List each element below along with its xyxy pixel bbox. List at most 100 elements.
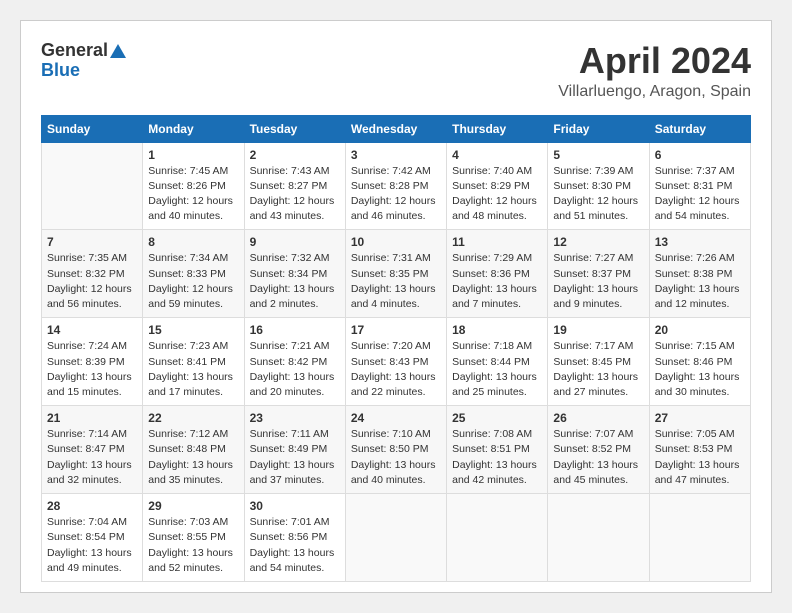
day-number: 17 — [351, 323, 441, 337]
day-detail: Sunrise: 7:29 AM Sunset: 8:36 PM Dayligh… — [452, 252, 537, 310]
day-number: 27 — [655, 411, 745, 425]
day-number: 2 — [250, 148, 340, 162]
day-detail: Sunrise: 7:14 AM Sunset: 8:47 PM Dayligh… — [47, 428, 132, 486]
day-detail: Sunrise: 7:05 AM Sunset: 8:53 PM Dayligh… — [655, 428, 740, 486]
day-number: 10 — [351, 235, 441, 249]
day-cell: 3 Sunrise: 7:42 AM Sunset: 8:28 PM Daylig… — [345, 142, 446, 230]
day-cell: 15 Sunrise: 7:23 AM Sunset: 8:41 PM Dayli… — [143, 318, 244, 406]
day-cell: 26 Sunrise: 7:07 AM Sunset: 8:52 PM Dayli… — [548, 406, 649, 494]
week-row-4: 21 Sunrise: 7:14 AM Sunset: 8:47 PM Dayli… — [42, 406, 751, 494]
day-cell: 28 Sunrise: 7:04 AM Sunset: 8:54 PM Dayli… — [42, 494, 143, 582]
day-detail: Sunrise: 7:17 AM Sunset: 8:45 PM Dayligh… — [553, 340, 638, 398]
day-number: 15 — [148, 323, 238, 337]
day-detail: Sunrise: 7:35 AM Sunset: 8:32 PM Dayligh… — [47, 252, 132, 310]
day-number: 7 — [47, 235, 137, 249]
day-number: 30 — [250, 499, 340, 513]
day-cell: 14 Sunrise: 7:24 AM Sunset: 8:39 PM Dayli… — [42, 318, 143, 406]
day-cell: 29 Sunrise: 7:03 AM Sunset: 8:55 PM Dayli… — [143, 494, 244, 582]
day-detail: Sunrise: 7:10 AM Sunset: 8:50 PM Dayligh… — [351, 428, 436, 486]
day-cell: 23 Sunrise: 7:11 AM Sunset: 8:49 PM Dayli… — [244, 406, 345, 494]
day-number: 9 — [250, 235, 340, 249]
logo-triangle-icon — [110, 44, 126, 58]
day-number: 12 — [553, 235, 643, 249]
day-detail: Sunrise: 7:34 AM Sunset: 8:33 PM Dayligh… — [148, 252, 233, 310]
day-cell: 24Sunrise: 7:10 AM Sunset: 8:50 PM Dayli… — [345, 406, 446, 494]
calendar-table: SundayMondayTuesdayWednesdayThursdayFrid… — [41, 115, 751, 582]
day-cell: 19 Sunrise: 7:17 AM Sunset: 8:45 PM Dayli… — [548, 318, 649, 406]
day-detail: Sunrise: 7:08 AM Sunset: 8:51 PM Dayligh… — [452, 428, 537, 486]
day-number: 1 — [148, 148, 238, 162]
day-cell: 4Sunrise: 7:40 AM Sunset: 8:29 PM Daylig… — [447, 142, 548, 230]
logo-general-text: General — [41, 41, 108, 61]
day-number: 26 — [553, 411, 643, 425]
day-number: 14 — [47, 323, 137, 337]
day-detail: Sunrise: 7:37 AM Sunset: 8:31 PM Dayligh… — [655, 165, 740, 223]
day-detail: Sunrise: 7:23 AM Sunset: 8:41 PM Dayligh… — [148, 340, 233, 398]
day-detail: Sunrise: 7:31 AM Sunset: 8:35 PM Dayligh… — [351, 252, 436, 310]
day-number: 11 — [452, 235, 542, 249]
column-header-friday: Friday — [548, 115, 649, 142]
calendar-header-row: SundayMondayTuesdayWednesdayThursdayFrid… — [42, 115, 751, 142]
day-cell: 9Sunrise: 7:32 AM Sunset: 8:34 PM Daylig… — [244, 230, 345, 318]
day-detail: Sunrise: 7:18 AM Sunset: 8:44 PM Dayligh… — [452, 340, 537, 398]
day-cell: 8 Sunrise: 7:34 AM Sunset: 8:33 PM Daylig… — [143, 230, 244, 318]
day-number: 3 — [351, 148, 441, 162]
day-detail: Sunrise: 7:43 AM Sunset: 8:27 PM Dayligh… — [250, 165, 335, 223]
day-number: 13 — [655, 235, 745, 249]
week-row-1: 1Sunrise: 7:45 AM Sunset: 8:26 PM Daylig… — [42, 142, 751, 230]
day-detail: Sunrise: 7:24 AM Sunset: 8:39 PM Dayligh… — [47, 340, 132, 398]
day-cell — [447, 494, 548, 582]
day-cell: 21 Sunrise: 7:14 AM Sunset: 8:47 PM Dayli… — [42, 406, 143, 494]
day-detail: Sunrise: 7:40 AM Sunset: 8:29 PM Dayligh… — [452, 165, 537, 223]
day-cell: 5 Sunrise: 7:39 AM Sunset: 8:30 PM Daylig… — [548, 142, 649, 230]
day-cell: 13 Sunrise: 7:26 AM Sunset: 8:38 PM Dayli… — [649, 230, 750, 318]
day-cell: 18 Sunrise: 7:18 AM Sunset: 8:44 PM Dayli… — [447, 318, 548, 406]
day-number: 8 — [148, 235, 238, 249]
calendar-location: Villarluengo, Aragon, Spain — [558, 83, 751, 101]
day-detail: Sunrise: 7:12 AM Sunset: 8:48 PM Dayligh… — [148, 428, 233, 486]
day-cell: 7 Sunrise: 7:35 AM Sunset: 8:32 PM Daylig… — [42, 230, 143, 318]
day-number: 29 — [148, 499, 238, 513]
day-cell: 30 Sunrise: 7:01 AM Sunset: 8:56 PM Dayli… — [244, 494, 345, 582]
day-detail: Sunrise: 7:07 AM Sunset: 8:52 PM Dayligh… — [553, 428, 638, 486]
day-cell: 20 Sunrise: 7:15 AM Sunset: 8:46 PM Dayli… — [649, 318, 750, 406]
calendar-title: April 2024 — [558, 41, 751, 81]
day-detail: Sunrise: 7:39 AM Sunset: 8:30 PM Dayligh… — [553, 165, 638, 223]
day-cell: 27 Sunrise: 7:05 AM Sunset: 8:53 PM Dayli… — [649, 406, 750, 494]
day-detail: Sunrise: 7:03 AM Sunset: 8:55 PM Dayligh… — [148, 516, 233, 574]
day-detail: Sunrise: 7:15 AM Sunset: 8:46 PM Dayligh… — [655, 340, 740, 398]
day-number: 23 — [250, 411, 340, 425]
day-cell: 11 Sunrise: 7:29 AM Sunset: 8:36 PM Dayli… — [447, 230, 548, 318]
day-cell: 2 Sunrise: 7:43 AM Sunset: 8:27 PM Daylig… — [244, 142, 345, 230]
day-cell: 17 Sunrise: 7:20 AM Sunset: 8:43 PM Dayli… — [345, 318, 446, 406]
day-detail: Sunrise: 7:11 AM Sunset: 8:49 PM Dayligh… — [250, 428, 335, 486]
day-detail: Sunrise: 7:42 AM Sunset: 8:28 PM Dayligh… — [351, 165, 436, 223]
column-header-tuesday: Tuesday — [244, 115, 345, 142]
day-detail: Sunrise: 7:27 AM Sunset: 8:37 PM Dayligh… — [553, 252, 638, 310]
day-detail: Sunrise: 7:04 AM Sunset: 8:54 PM Dayligh… — [47, 516, 132, 574]
day-detail: Sunrise: 7:01 AM Sunset: 8:56 PM Dayligh… — [250, 516, 335, 574]
day-cell — [345, 494, 446, 582]
day-cell — [42, 142, 143, 230]
calendar-header: General Blue April 2024 Villarluengo, Ar… — [41, 41, 751, 101]
day-cell — [548, 494, 649, 582]
day-detail: Sunrise: 7:20 AM Sunset: 8:43 PM Dayligh… — [351, 340, 436, 398]
day-cell: 16Sunrise: 7:21 AM Sunset: 8:42 PM Dayli… — [244, 318, 345, 406]
day-detail: Sunrise: 7:26 AM Sunset: 8:38 PM Dayligh… — [655, 252, 740, 310]
column-header-wednesday: Wednesday — [345, 115, 446, 142]
day-cell: 1Sunrise: 7:45 AM Sunset: 8:26 PM Daylig… — [143, 142, 244, 230]
logo: General Blue — [41, 41, 126, 81]
day-cell: 10 Sunrise: 7:31 AM Sunset: 8:35 PM Dayli… — [345, 230, 446, 318]
day-detail: Sunrise: 7:21 AM Sunset: 8:42 PM Dayligh… — [250, 340, 335, 398]
day-number: 18 — [452, 323, 542, 337]
day-cell: 25 Sunrise: 7:08 AM Sunset: 8:51 PM Dayli… — [447, 406, 548, 494]
day-number: 25 — [452, 411, 542, 425]
column-header-saturday: Saturday — [649, 115, 750, 142]
day-cell: 6Sunrise: 7:37 AM Sunset: 8:31 PM Daylig… — [649, 142, 750, 230]
day-number: 5 — [553, 148, 643, 162]
title-block: April 2024 Villarluengo, Aragon, Spain — [558, 41, 751, 101]
day-number: 20 — [655, 323, 745, 337]
day-number: 28 — [47, 499, 137, 513]
day-number: 19 — [553, 323, 643, 337]
day-number: 21 — [47, 411, 137, 425]
